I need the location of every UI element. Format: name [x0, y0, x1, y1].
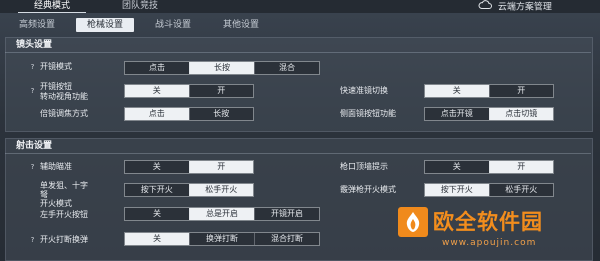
- aim-assist-label: 辅助瞄准: [40, 162, 72, 171]
- quick-switch-option-on[interactable]: 开: [488, 85, 554, 97]
- watermark-url: www.apoujin.com: [442, 238, 537, 248]
- left-fire-option-always[interactable]: 总是开启: [189, 208, 254, 220]
- reload-interrupt-option-reload[interactable]: 换弹打断: [189, 233, 254, 245]
- open-button-turn-option-off[interactable]: 关: [125, 85, 189, 97]
- subtab-firearms[interactable]: 枪械设置: [76, 18, 134, 32]
- subtab-other-label: 其他设置: [222, 20, 259, 30]
- tab-classic-mode-label: 经典模式: [33, 1, 70, 11]
- zoom-mode-selector: 点击 长按: [124, 107, 254, 121]
- side-scope-option-open[interactable]: 点击开镜: [425, 108, 489, 120]
- fire-section-title: 射击设置: [16, 141, 53, 151]
- open-mode-label: 开镜模式: [40, 62, 72, 71]
- open-mode-option-tap[interactable]: 点击: [125, 62, 189, 74]
- aim-assist-option-off[interactable]: 关: [125, 161, 189, 173]
- sniper-mode-option-press[interactable]: 按下开火: [125, 184, 189, 196]
- zoom-mode-label: 倍镜调焦方式: [40, 109, 88, 118]
- subtab-frequent[interactable]: 高频设置: [8, 18, 66, 32]
- open-mode-selector: 点击 长按 混合: [124, 61, 320, 75]
- open-button-turn-option-on[interactable]: 开: [188, 85, 254, 97]
- quick-switch-selector: 关 开: [424, 84, 554, 98]
- muzzle-hint-selector: 关 开: [424, 160, 554, 174]
- open-button-turn-label-line1: 开镜按钮: [40, 82, 72, 91]
- sniper-mode-option-release[interactable]: 松手开火: [188, 184, 253, 196]
- help-icon[interactable]: ?: [29, 163, 36, 172]
- aim-assist-selector: 关 开: [124, 160, 254, 174]
- sniper-mode-selector: 按下开火 松手开火: [124, 183, 254, 197]
- help-icon[interactable]: ?: [29, 236, 36, 245]
- shotgun-mode-selector: 按下开火 松手开火: [424, 183, 554, 197]
- sniper-mode-label-line3: 开火模式: [40, 199, 72, 208]
- subtab-other[interactable]: 其他设置: [212, 18, 270, 32]
- cloud-scheme-label: 云端方案管理: [497, 2, 552, 13]
- muzzle-hint-label: 枪口顶墙提示: [340, 162, 388, 171]
- open-button-turn-selector: 关 开: [124, 84, 254, 98]
- reload-interrupt-label: 开火打断换弹: [40, 235, 88, 244]
- left-fire-label: 左手开火按钮: [40, 210, 88, 219]
- help-icon[interactable]: ?: [29, 63, 36, 72]
- watermark-text: 欧全软件园: [433, 210, 543, 234]
- open-mode-option-mixed[interactable]: 混合: [254, 62, 319, 74]
- tab-team-deathmatch[interactable]: 团队竞技: [100, 0, 180, 13]
- zoom-mode-option-hold[interactable]: 长按: [188, 108, 254, 120]
- reload-interrupt-selector: 关 换弹打断 混合打断: [124, 232, 320, 246]
- aim-assist-option-on[interactable]: 开: [188, 161, 253, 173]
- left-fire-option-scoped[interactable]: 开镜开启: [254, 208, 319, 220]
- shotgun-mode-option-press[interactable]: 按下开火: [425, 184, 489, 196]
- quick-switch-option-off[interactable]: 关: [425, 85, 489, 97]
- side-scope-selector: 点击开镜 点击切镜: [424, 107, 554, 121]
- subtab-firearms-label: 枪械设置: [86, 20, 123, 30]
- watermark-logo-icon: [398, 207, 428, 237]
- active-tab-indicator: [18, 12, 86, 13]
- reload-interrupt-option-off[interactable]: 关: [125, 233, 189, 245]
- reload-interrupt-option-mixed[interactable]: 混合打断: [254, 233, 319, 245]
- cloud-icon: [478, 0, 492, 14]
- tab-team-deathmatch-label: 团队竞技: [121, 1, 158, 11]
- open-mode-option-hold[interactable]: 长按: [189, 62, 254, 74]
- quick-switch-label: 快速准镜切换: [340, 86, 388, 95]
- shotgun-mode-option-release[interactable]: 松手开火: [488, 184, 554, 196]
- left-fire-selector: 关 总是开启 开镜开启: [124, 207, 320, 221]
- help-icon[interactable]: ?: [29, 87, 36, 96]
- subtab-combat[interactable]: 战斗设置: [144, 18, 202, 32]
- zoom-mode-option-tap[interactable]: 点击: [125, 108, 189, 120]
- muzzle-hint-option-off[interactable]: 关: [425, 161, 489, 173]
- cloud-scheme-button[interactable]: 云端方案管理: [478, 0, 552, 13]
- scope-section-title: 镜头设置: [16, 40, 53, 50]
- subtab-combat-label: 战斗设置: [154, 20, 191, 30]
- muzzle-hint-option-on[interactable]: 开: [488, 161, 553, 173]
- subtab-frequent-label: 高频设置: [18, 20, 55, 30]
- fire-divider: [5, 153, 591, 154]
- side-scope-option-switch[interactable]: 点击切镜: [488, 108, 553, 120]
- shotgun-mode-label: 霰弹枪开火模式: [340, 185, 396, 194]
- tab-classic-mode[interactable]: 经典模式: [8, 0, 96, 13]
- open-button-turn-label-line2: 转动视角功能: [40, 92, 88, 101]
- left-fire-option-off[interactable]: 关: [125, 208, 189, 220]
- scope-divider: [5, 52, 591, 53]
- side-scope-label: 侧面镜按钮功能: [340, 109, 396, 118]
